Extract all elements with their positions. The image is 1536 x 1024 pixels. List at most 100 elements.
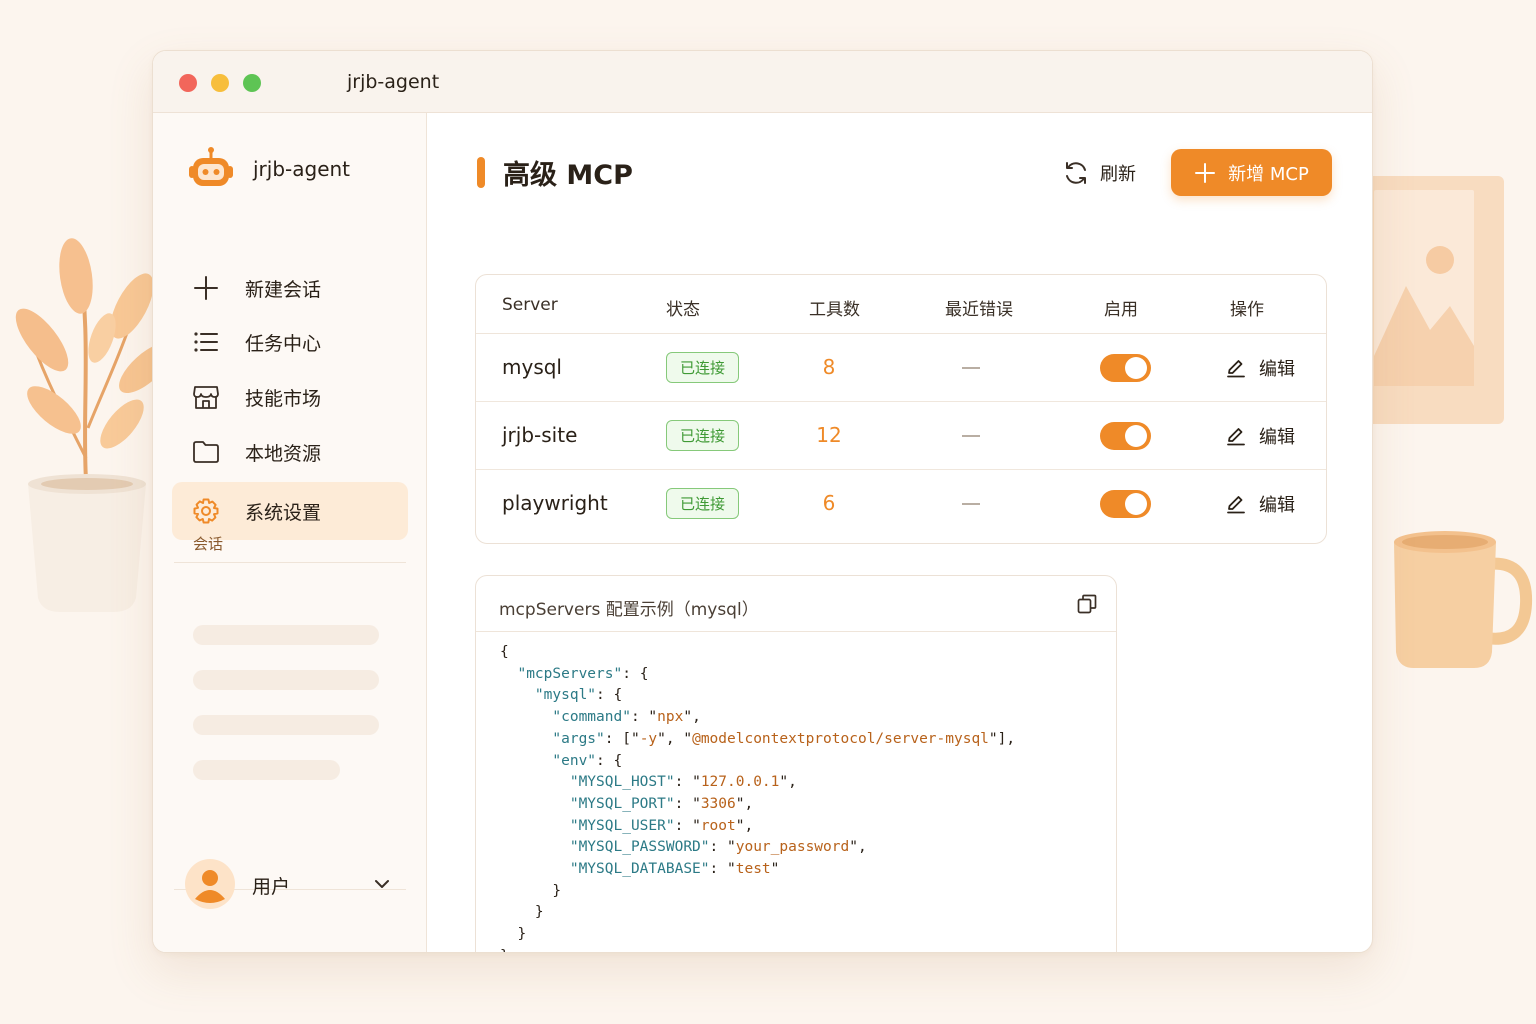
add-mcp-button[interactable]: 新增 MCP — [1171, 149, 1332, 196]
chat-skeleton-item — [193, 625, 379, 645]
code-key: "MYSQL_USER" — [569, 817, 675, 834]
table-row: mysql 已连接 8 编辑 — [476, 334, 1326, 402]
robot-icon — [189, 147, 233, 186]
tool-count: 8 — [822, 355, 836, 379]
server-name: playwright — [502, 491, 608, 515]
user-name: 用户 — [252, 876, 291, 898]
sidebar-item-local-resources[interactable]: 本地资源 — [172, 424, 408, 480]
toggle-knob — [1125, 493, 1147, 515]
code-key: "MYSQL_HOST" — [569, 774, 675, 791]
code-key: "mysql" — [534, 687, 597, 704]
edit-button[interactable]: 编辑 — [1226, 354, 1295, 382]
refresh-button[interactable]: 刷新 — [1062, 151, 1146, 195]
avatar — [185, 859, 235, 909]
code-string: -y — [639, 730, 658, 747]
sidebar-item-label: 系统设置 — [245, 501, 322, 524]
title-bar: jrjb-agent — [153, 51, 1372, 113]
chat-skeleton-item — [193, 715, 379, 735]
edit-label: 编辑 — [1259, 427, 1295, 448]
plant-decoration — [15, 238, 173, 612]
close-window-button[interactable] — [179, 74, 197, 92]
pencil-icon — [1227, 360, 1245, 378]
status-badge: 已连接 — [666, 488, 739, 519]
edit-label: 编辑 — [1259, 495, 1295, 516]
code-string: 3306 — [700, 795, 736, 812]
config-example-header: mcpServers 配置示例（mysql） — [476, 576, 1116, 632]
table-header: Server 状态 工具数 最近错误 启用 操作 — [476, 275, 1326, 334]
page-title: 高级 MCP — [503, 160, 633, 191]
code-string: npx — [657, 709, 684, 726]
column-header-actions: 操作 — [1230, 300, 1264, 320]
table-row: playwright 已连接 6 编辑 — [476, 470, 1326, 543]
toggle-knob — [1125, 425, 1147, 447]
sidebar: jrjb-agent 新建会话 任务中心 技能市场 本地资源 系统设置 会话 用… — [153, 113, 427, 952]
sidebar-item-system-settings[interactable]: 系统设置 — [172, 482, 408, 540]
sidebar-item-skill-market[interactable]: 技能市场 — [172, 369, 408, 425]
add-mcp-label: 新增 MCP — [1228, 163, 1309, 185]
copy-icon[interactable] — [1076, 593, 1098, 615]
user-menu[interactable]: 用户 — [185, 859, 397, 911]
edit-button[interactable]: 编辑 — [1226, 490, 1295, 518]
list-icon — [194, 332, 218, 352]
chat-section-label: 会话 — [193, 535, 224, 553]
sidebar-item-new-chat[interactable]: 新建会话 — [172, 260, 408, 316]
sidebar-item-label: 技能市场 — [245, 387, 322, 410]
config-example-card: mcpServers 配置示例（mysql） { "mcpServers": {… — [475, 575, 1117, 952]
pencil-icon — [1227, 428, 1245, 446]
refresh-label: 刷新 — [1100, 164, 1136, 185]
title-accent-bar — [477, 157, 485, 188]
code-key: "MYSQL_PORT" — [569, 795, 675, 812]
mug-decoration — [1394, 531, 1533, 668]
code-key: "MYSQL_PASSWORD" — [569, 839, 710, 856]
column-header-last-error: 最近错误 — [945, 300, 1013, 320]
last-error-empty — [962, 503, 980, 505]
code-key: "MYSQL_DATABASE" — [569, 861, 710, 878]
chat-skeleton-item — [193, 670, 379, 690]
sidebar-item-label: 本地资源 — [245, 442, 322, 465]
mcp-server-table: Server 状态 工具数 最近错误 启用 操作 mysql 已连接 8 编辑 … — [475, 274, 1327, 544]
sidebar-divider — [174, 562, 406, 563]
status-badge: 已连接 — [666, 352, 739, 383]
code-string: @modelcontextprotocol/server-mysql — [692, 730, 989, 747]
window-title: jrjb-agent — [347, 71, 440, 93]
server-name: jrjb-site — [502, 423, 578, 447]
code-string: root — [700, 817, 736, 834]
column-header-server: Server — [502, 295, 558, 315]
code-key: "mcpServers" — [517, 665, 623, 682]
plus-icon — [194, 276, 218, 300]
minimize-window-button[interactable] — [211, 74, 229, 92]
column-header-tools: 工具数 — [809, 300, 860, 320]
enable-toggle[interactable] — [1100, 490, 1151, 518]
code-string: test — [735, 861, 771, 878]
code-key: "env" — [552, 752, 597, 769]
code-key: "args" — [552, 730, 605, 747]
tool-count: 12 — [816, 423, 842, 447]
app-window: jrjb-agent jrjb-agent 新建会话 任务中心 技能市场 本地资… — [152, 50, 1373, 953]
store-icon — [193, 386, 219, 409]
code-string: 127.0.0.1 — [700, 774, 780, 791]
enable-toggle[interactable] — [1100, 354, 1151, 382]
last-error-empty — [962, 435, 980, 437]
gear-icon — [193, 498, 219, 524]
maximize-window-button[interactable] — [243, 74, 261, 92]
column-header-enabled: 启用 — [1104, 300, 1138, 320]
edit-label: 编辑 — [1259, 359, 1295, 380]
config-code-block[interactable]: { "mcpServers": { "mysql": { "command": … — [500, 642, 1106, 952]
brand-name: jrjb-agent — [253, 157, 351, 181]
column-header-status: 状态 — [666, 300, 700, 320]
chevron-down-icon — [375, 880, 389, 888]
sidebar-item-task-center[interactable]: 任务中心 — [172, 314, 408, 370]
sidebar-item-label: 新建会话 — [245, 278, 322, 301]
pencil-icon — [1227, 496, 1245, 514]
sidebar-item-label: 任务中心 — [245, 332, 322, 355]
picture-frame-decoration — [1362, 176, 1504, 424]
enable-toggle[interactable] — [1100, 422, 1151, 450]
plus-icon — [1195, 162, 1216, 183]
code-key: "command" — [552, 709, 631, 726]
main-content: 高级 MCP 刷新 新增 MCP Server 状态 工具数 最近错误 启用 操… — [428, 113, 1372, 952]
config-example-title: mcpServers 配置示例（mysql） — [499, 600, 759, 620]
toggle-knob — [1125, 357, 1147, 379]
edit-button[interactable]: 编辑 — [1226, 422, 1295, 450]
chat-skeleton-item — [193, 760, 340, 780]
folder-icon — [193, 441, 219, 463]
